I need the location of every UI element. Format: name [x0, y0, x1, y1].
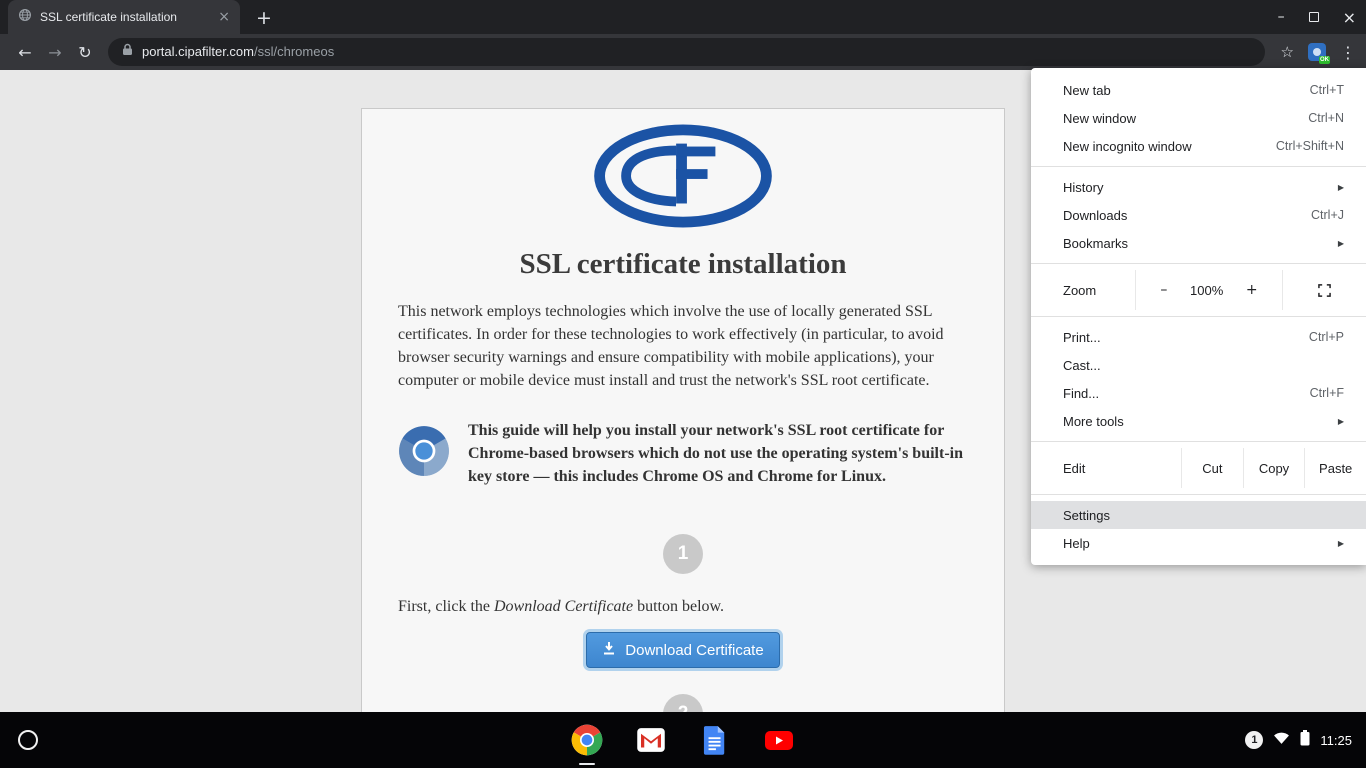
- new-tab-button[interactable]: +: [256, 7, 272, 29]
- download-certificate-button[interactable]: Download Certificate: [586, 632, 779, 668]
- menu-item-print[interactable]: Print... Ctrl+P: [1031, 323, 1366, 351]
- reload-icon[interactable]: ↻: [70, 43, 100, 62]
- menu-item-more-tools[interactable]: More tools ▶: [1031, 407, 1366, 435]
- menu-item-new-incognito-window[interactable]: New incognito window Ctrl+Shift+N: [1031, 132, 1366, 160]
- tab-close-icon[interactable]: ×: [218, 10, 230, 24]
- step-1-badge: 1: [663, 534, 703, 574]
- menu-item-help[interactable]: Help ▶: [1031, 529, 1366, 557]
- notification-badge: 1: [1245, 731, 1263, 749]
- intro-paragraph: This network employs technologies which …: [398, 301, 968, 393]
- bookmark-star-icon[interactable]: ☆: [1281, 43, 1294, 61]
- extension-badge: OK: [1319, 56, 1330, 64]
- tab-title: SSL certificate installation: [40, 10, 210, 24]
- minimize-icon[interactable]: –: [1278, 9, 1285, 25]
- forward-icon[interactable]: →: [40, 43, 70, 62]
- url-host: portal.cipafilter.com: [142, 44, 254, 59]
- menu-item-edit: Edit Cut Copy Paste: [1031, 448, 1366, 488]
- launcher-button[interactable]: [18, 730, 38, 750]
- step-2-badge: 2: [663, 694, 703, 712]
- menu-item-cast[interactable]: Cast...: [1031, 351, 1366, 379]
- submenu-arrow-icon: ▶: [1338, 239, 1344, 248]
- url-text: portal.cipafilter.com/ssl/chromeos: [142, 43, 334, 61]
- menu-separator: [1031, 494, 1366, 495]
- gmail-app-icon[interactable]: [635, 724, 667, 756]
- maximize-icon[interactable]: [1309, 12, 1319, 22]
- instruction-prefix: First, click the: [398, 598, 494, 615]
- browser-toolbar: ← → ↻ portal.cipafilter.com/ssl/chromeos…: [0, 34, 1366, 70]
- zoom-level: 100%: [1190, 283, 1223, 298]
- status-tray[interactable]: 1 11:25: [1245, 712, 1352, 768]
- menu-item-downloads[interactable]: Downloads Ctrl+J: [1031, 201, 1366, 229]
- instruction-button-name: Download Certificate: [494, 598, 633, 615]
- submenu-arrow-icon: ▶: [1338, 539, 1344, 548]
- download-button-label: Download Certificate: [625, 642, 763, 659]
- cut-button[interactable]: Cut: [1181, 448, 1243, 488]
- tab-strip: SSL certificate installation × + – ×: [0, 0, 1366, 34]
- paste-button[interactable]: Paste: [1304, 448, 1366, 488]
- menu-separator: [1031, 166, 1366, 167]
- menu-item-bookmarks[interactable]: Bookmarks ▶: [1031, 229, 1366, 257]
- shelf: 1 11:25: [0, 712, 1366, 768]
- browser-menu: New tab Ctrl+T New window Ctrl+N New inc…: [1031, 68, 1366, 565]
- chrome-app-icon[interactable]: [571, 724, 603, 756]
- youtube-app-icon[interactable]: [763, 724, 795, 756]
- shelf-apps: [571, 712, 795, 768]
- wifi-icon: [1273, 730, 1290, 750]
- clock: 11:25: [1320, 733, 1352, 748]
- copy-button[interactable]: Copy: [1243, 448, 1305, 488]
- menu-item-new-tab[interactable]: New tab Ctrl+T: [1031, 76, 1366, 104]
- menu-item-zoom: Zoom – 100% +: [1031, 270, 1366, 310]
- screen: SSL certificate installation × + – × ← →…: [0, 0, 1366, 768]
- guide-block: This guide will help you install your ne…: [398, 419, 968, 489]
- address-bar[interactable]: portal.cipafilter.com/ssl/chromeos: [108, 38, 1265, 66]
- zoom-label: Zoom: [1031, 270, 1136, 310]
- submenu-arrow-icon: ▶: [1338, 183, 1344, 192]
- instruction-suffix: button below.: [633, 598, 724, 615]
- chromium-logo-icon: [398, 425, 450, 482]
- browser-tab[interactable]: SSL certificate installation ×: [8, 0, 240, 34]
- menu-item-new-window[interactable]: New window Ctrl+N: [1031, 104, 1366, 132]
- extension-icon[interactable]: OK: [1308, 43, 1326, 61]
- browser-menu-icon[interactable]: ⋮: [1340, 43, 1356, 62]
- step1-instruction: First, click the Download Certificate bu…: [398, 598, 968, 616]
- page-title: SSL certificate installation: [398, 248, 968, 281]
- battery-icon: [1300, 730, 1310, 751]
- submenu-arrow-icon: ▶: [1338, 417, 1344, 426]
- url-path: /ssl/chromeos: [254, 44, 334, 59]
- menu-separator: [1031, 441, 1366, 442]
- back-icon[interactable]: ←: [10, 43, 40, 62]
- menu-separator: [1031, 263, 1366, 264]
- cipafilter-logo-icon: [398, 123, 968, 234]
- zoom-out-button[interactable]: –: [1154, 282, 1173, 298]
- site-favicon-icon: [18, 8, 32, 27]
- menu-separator: [1031, 316, 1366, 317]
- guide-text: This guide will help you install your ne…: [468, 419, 968, 489]
- close-icon[interactable]: ×: [1343, 8, 1356, 27]
- menu-item-history[interactable]: History ▶: [1031, 173, 1366, 201]
- zoom-controls: – 100% +: [1136, 270, 1283, 310]
- content-card: SSL certificate installation This networ…: [361, 108, 1005, 712]
- zoom-in-button[interactable]: +: [1240, 282, 1264, 298]
- fullscreen-button[interactable]: [1283, 270, 1366, 310]
- window-controls: – ×: [1278, 0, 1356, 34]
- docs-app-icon[interactable]: [699, 724, 731, 756]
- menu-item-find[interactable]: Find... Ctrl+F: [1031, 379, 1366, 407]
- menu-item-settings[interactable]: Settings: [1031, 501, 1366, 529]
- active-app-indicator: [579, 763, 595, 765]
- download-icon: [602, 641, 616, 659]
- edit-label: Edit: [1031, 448, 1181, 488]
- lock-icon: [122, 43, 133, 61]
